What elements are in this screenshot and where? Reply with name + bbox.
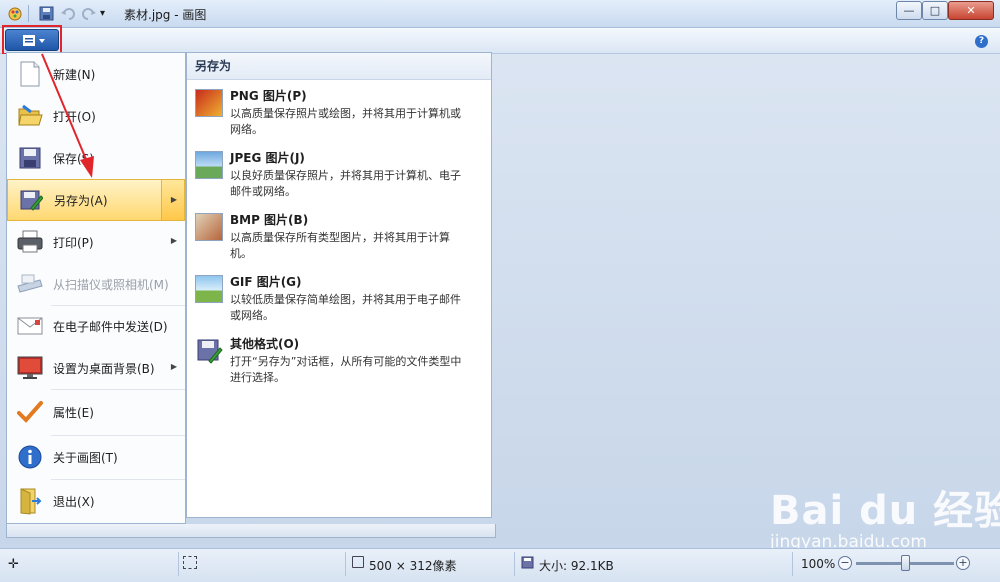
- ribbon: [0, 28, 1000, 54]
- save-icon[interactable]: [38, 5, 55, 22]
- zoom-slider-thumb[interactable]: [900, 555, 910, 571]
- redo-icon[interactable]: [80, 5, 97, 22]
- checkmark-icon: [15, 397, 45, 427]
- divider: [792, 552, 793, 576]
- divider: [178, 552, 179, 576]
- annotation-box: [2, 25, 62, 55]
- image-dimensions: 500 × 312像素: [369, 559, 457, 573]
- menu-item-label: 另存为(A): [54, 193, 108, 208]
- window-title: 素材.jpg - 画图: [124, 8, 207, 22]
- image-size-icon: [352, 556, 364, 568]
- menu-item-label: 打印(P): [53, 235, 94, 250]
- email-icon: [15, 311, 45, 341]
- undo-icon[interactable]: [60, 5, 77, 22]
- divider: [51, 389, 185, 390]
- submenu-item-title: PNG 图片(P): [230, 89, 307, 103]
- submenu-item-description: 以良好质量保存照片，并将其用于计算机、电子邮件或网络。: [230, 169, 461, 198]
- submenu-title: 另存为: [187, 53, 491, 80]
- submenu-item-description: 以高质量保存照片或绘图，并将其用于计算机或网络。: [230, 107, 461, 136]
- submenu-item-description: 打开“另存为”对话框，从所有可能的文件类型中进行选择。: [230, 355, 462, 384]
- submenu-item-title: 其他格式(O): [230, 337, 300, 351]
- submenu-item-bmp[interactable]: BMP 图片(B) 以高质量保存所有类型图片，并将其用于计算机。: [187, 209, 491, 267]
- menu-item-properties[interactable]: 属性(E): [7, 391, 185, 433]
- menu-item-label: 关于画图(T): [53, 450, 118, 465]
- exit-icon: [15, 486, 45, 516]
- submenu-item-gif[interactable]: GIF 图片(G) 以较低质量保存简单绘图，并将其用于电子邮件或网络。: [187, 271, 491, 329]
- maximize-button[interactable]: □: [922, 1, 948, 20]
- chevron-right-icon: ▶: [170, 362, 177, 371]
- printer-icon: [15, 227, 45, 257]
- menu-item-exit[interactable]: 退出(X): [7, 480, 185, 522]
- submenu-item-description: 以较低质量保存简单绘图，并将其用于电子邮件或网络。: [230, 293, 461, 322]
- info-icon: [15, 442, 45, 472]
- chevron-right-icon: ▶: [170, 195, 177, 204]
- selection-size-icon: [183, 556, 197, 569]
- menu-item-about[interactable]: 关于画图(T): [7, 436, 185, 478]
- menu-item-from-scanner: 从扫描仪或照相机(M): [7, 263, 185, 305]
- desktop-background-icon: [15, 353, 45, 383]
- bmp-image-icon: [195, 213, 223, 241]
- paint-icon[interactable]: [7, 5, 24, 22]
- menu-item-label: 在电子邮件中发送(D): [53, 319, 168, 334]
- close-button[interactable]: ✕: [948, 1, 994, 20]
- menu-item-send-email[interactable]: 在电子邮件中发送(D): [7, 305, 185, 347]
- annotation-arrow: [41, 53, 94, 178]
- zoom-out-button[interactable]: −: [838, 556, 852, 570]
- menu-item-label: 属性(E): [53, 405, 94, 420]
- gif-image-icon: [195, 275, 223, 303]
- disk-size-icon: [521, 556, 534, 572]
- file-size: 大小: 92.1KB: [539, 559, 614, 573]
- submenu-item-other-formats[interactable]: 其他格式(O) 打开“另存为”对话框，从所有可能的文件类型中进行选择。: [187, 333, 491, 391]
- menu-item-label: 退出(X): [53, 494, 95, 509]
- divider: [28, 5, 29, 22]
- save-as-submenu: 另存为 PNG 图片(P) 以高质量保存照片或绘图，并将其用于计算机或网络。 J…: [186, 52, 492, 518]
- cursor-position-icon: ✛: [8, 557, 19, 572]
- divider: [514, 552, 515, 576]
- submenu-item-jpeg[interactable]: JPEG 图片(J) 以良好质量保存照片，并将其用于计算机、电子邮件或网络。: [187, 147, 491, 205]
- jpeg-image-icon: [195, 151, 223, 179]
- menu-footer: [6, 524, 496, 538]
- zoom-level: 100%: [801, 557, 836, 571]
- submenu-item-description: 以高质量保存所有类型图片，并将其用于计算机。: [230, 231, 450, 260]
- menu-item-label: 从扫描仪或照相机(M): [53, 277, 169, 292]
- divider: [345, 552, 346, 576]
- chevron-right-icon: ▶: [170, 236, 177, 245]
- submenu-item-title: BMP 图片(B): [230, 213, 309, 227]
- scanner-icon: [15, 269, 45, 299]
- menu-item-set-desktop-background[interactable]: 设置为桌面背景(B) ▶: [7, 347, 185, 389]
- menu-item-label: 设置为桌面背景(B): [53, 361, 155, 376]
- zoom-in-button[interactable]: +: [956, 556, 970, 570]
- minimize-button[interactable]: —: [896, 1, 922, 20]
- submenu-item-title: JPEG 图片(J): [230, 151, 305, 165]
- customize-dropdown-icon[interactable]: ▾: [100, 5, 117, 22]
- watermark-logo: Bai du 经验: [770, 488, 1000, 534]
- save-as-icon: [16, 185, 46, 215]
- png-image-icon: [195, 89, 223, 117]
- other-formats-icon: [195, 337, 223, 365]
- menu-item-print[interactable]: 打印(P) ▶: [7, 221, 185, 263]
- help-icon[interactable]: ?: [975, 35, 988, 48]
- submenu-item-title: GIF 图片(G): [230, 275, 302, 289]
- menu-item-save-as[interactable]: 另存为(A) ▶: [7, 179, 185, 221]
- submenu-item-png[interactable]: PNG 图片(P) 以高质量保存照片或绘图，并将其用于计算机或网络。: [187, 85, 491, 143]
